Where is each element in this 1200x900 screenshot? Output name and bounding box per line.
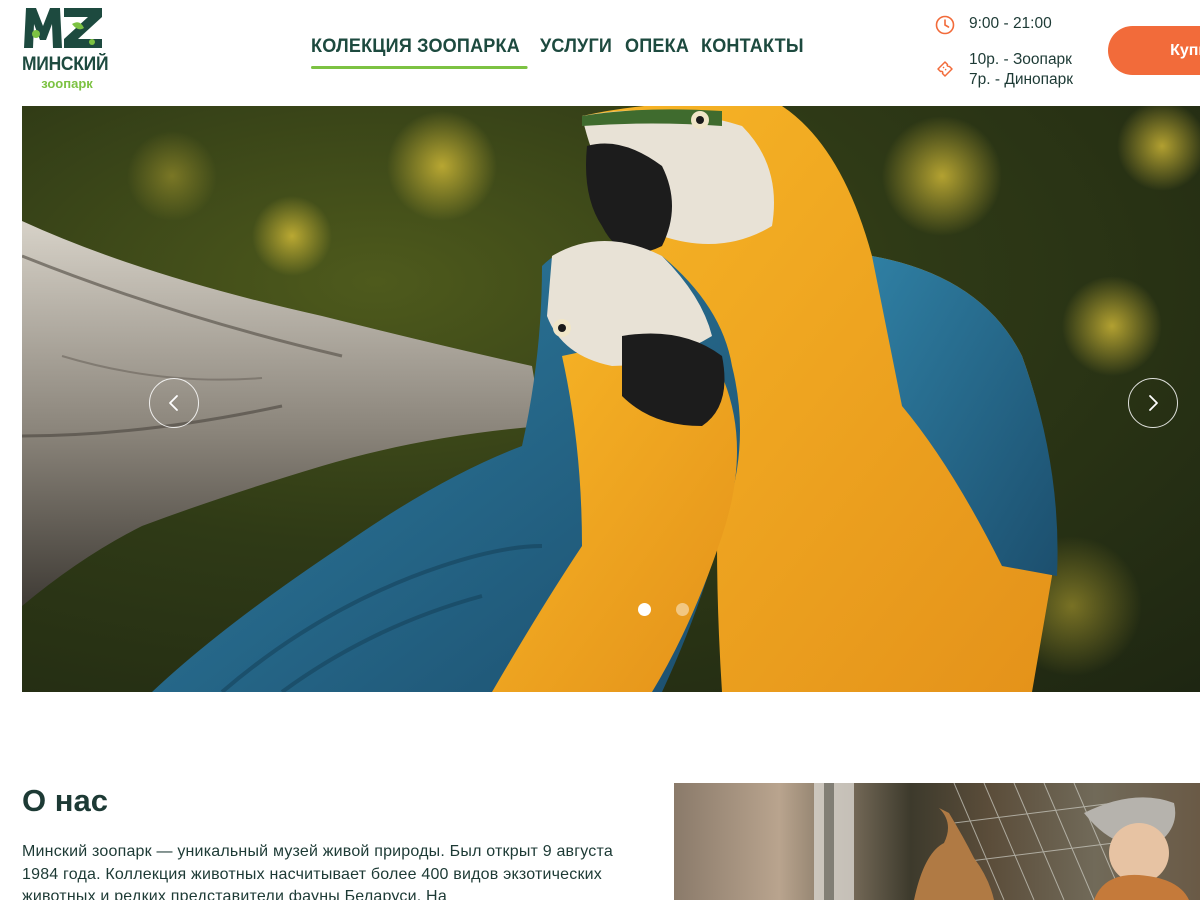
nav-item-services[interactable]: УСЛУГИ: [540, 36, 612, 58]
price-zoo: 10р. - Зоопарк: [969, 51, 1072, 68]
chevron-left-icon: [169, 395, 178, 411]
clock-icon: [935, 15, 955, 35]
about-text: Минский зоопарк — уникальный музей живой…: [22, 843, 613, 900]
ticket-icon: [937, 61, 953, 77]
slider-next-button[interactable]: [1128, 378, 1178, 428]
logo-subtitle: зоопарк: [41, 76, 93, 91]
slider-pagination: [638, 603, 689, 616]
about-photo-image: [814, 783, 1189, 900]
opening-hours: 9:00 - 21:00: [934, 14, 1134, 36]
site-header: МИНСКИЙ зоопарк КОЛЕКЦИЯ ЗООПАРКА УСЛУГИ…: [0, 0, 1200, 106]
hours-text: 9:00 - 21:00: [969, 15, 1052, 32]
chevron-right-icon: [1149, 395, 1158, 411]
slider-dot-2[interactable]: [676, 603, 689, 616]
nav-item-care[interactable]: ОПЕКА: [625, 36, 689, 58]
zoo-logo[interactable]: МИНСКИЙ зоопарк: [22, 4, 109, 92]
slider-dot-1[interactable]: [638, 603, 651, 616]
logo-title: МИНСКИЙ: [22, 54, 109, 75]
main-nav: КОЛЕКЦИЯ ЗООПАРКА УСЛУГИ ОПЕКА КОНТАКТЫ: [311, 36, 809, 69]
zoo-logo-mark-icon: [24, 8, 102, 48]
price-dinopark: 7р. - Динопарк: [969, 71, 1074, 88]
hero-slider: [22, 106, 1200, 692]
about-heading: О нас: [22, 783, 108, 818]
about-photo: [674, 783, 1200, 900]
nav-item-contacts[interactable]: КОНТАКТЫ: [701, 36, 804, 58]
buy-ticket-button[interactable]: Купить: [1108, 26, 1200, 75]
slider-prev-button[interactable]: [149, 378, 199, 428]
nav-item-collection[interactable]: КОЛЕКЦИЯ ЗООПАРКА: [311, 36, 528, 69]
ticket-prices: 10р. - Зоопарк 7р. - Динопарк: [934, 50, 1134, 90]
